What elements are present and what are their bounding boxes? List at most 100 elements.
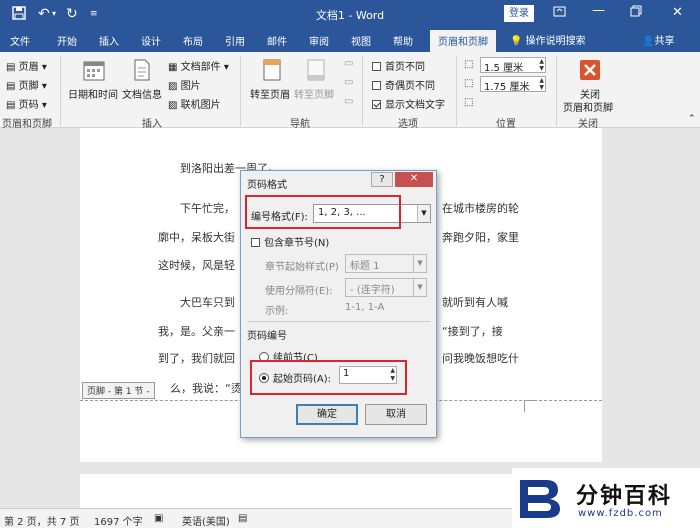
footer-icon: ▤ xyxy=(6,81,16,92)
tab-mailings[interactable]: 邮件 xyxy=(267,33,287,48)
ribbon-separator xyxy=(240,56,241,126)
share-button[interactable]: 👤共享 xyxy=(642,32,674,47)
checkbox-unchecked xyxy=(251,238,260,247)
title-bar: ↶ ▾ ↻ ≡ 文档1 - Word 登录 — ✕ xyxy=(0,0,700,28)
document-info-button[interactable]: 文档信息 xyxy=(122,86,162,101)
header-button[interactable]: ▤ 页眉 ▾ xyxy=(6,58,47,73)
ok-button[interactable]: 确定 xyxy=(296,404,358,425)
doc-line: 我，是。父亲一 xyxy=(158,325,235,338)
quick-parts-button[interactable]: ▦ 文档部件 ▾ xyxy=(168,58,229,73)
document-info-icon[interactable] xyxy=(130,58,154,82)
language[interactable]: 英语(美国) xyxy=(182,513,230,528)
dialog-close-button[interactable]: ✕ xyxy=(395,172,433,187)
minimize-icon[interactable]: — xyxy=(592,3,605,18)
ribbon-tabs: 文件 开始 插入 设计 布局 引用 邮件 审阅 视图 帮助 页眉和页脚 💡 操作… xyxy=(0,28,700,52)
link-previous-icon: ▭ xyxy=(344,96,354,107)
doc-line: 大巴车只到 xyxy=(180,296,235,309)
footer-button[interactable]: ▤ 页脚 ▾ xyxy=(6,77,47,92)
tab-header-footer[interactable]: 页眉和页脚 xyxy=(430,30,496,52)
page-count[interactable]: 第 2 页，共 7 页 xyxy=(4,513,79,528)
tab-references[interactable]: 引用 xyxy=(225,33,245,48)
tell-me-search[interactable]: 💡 操作说明搜索 xyxy=(510,32,586,47)
header-position-input[interactable]: 1.5 厘米 ▲ ▼ xyxy=(480,57,546,74)
doc-line: “接到了，接 xyxy=(442,325,503,338)
footer-position-icon: ⬚ xyxy=(464,78,474,89)
include-chapter-checkbox[interactable]: 包含章节号(N) xyxy=(251,234,329,249)
goto-header-icon[interactable] xyxy=(260,58,284,82)
footer-position-input[interactable]: 1.75 厘米 ▲ ▼ xyxy=(480,76,546,93)
online-picture-icon: ▨ xyxy=(168,100,178,111)
highlight-number-format xyxy=(245,195,401,229)
watermark-logo: 分钟百科 www.fzdb.com xyxy=(512,468,700,528)
login-button[interactable]: 登录 xyxy=(504,5,534,22)
share-label: 共享 xyxy=(654,36,675,47)
different-first-page-label: 首页不同 xyxy=(385,62,425,73)
footer-label: 页脚 xyxy=(18,81,39,92)
word-count[interactable]: 1697 个字 xyxy=(94,513,143,528)
dialog-title: 页码格式 xyxy=(247,180,287,191)
doc-line: 到了，我们就回 xyxy=(158,352,235,365)
collapse-ribbon-icon[interactable]: ⌃ xyxy=(688,114,696,124)
person-icon: 👤 xyxy=(642,36,655,47)
tab-home[interactable]: 开始 xyxy=(57,33,77,48)
margin-corner-mark xyxy=(524,400,536,412)
page-number-icon: ▤ xyxy=(6,100,16,111)
lightbulb-icon: 💡 xyxy=(510,36,523,47)
checkbox-unchecked xyxy=(372,62,381,71)
tab-design[interactable]: 设计 xyxy=(141,33,161,48)
next-section-icon: ▭ xyxy=(344,77,354,88)
cancel-button[interactable]: 取消 xyxy=(365,404,427,425)
online-picture-button[interactable]: ▨ 联机图片 xyxy=(168,96,221,111)
help-button[interactable]: ? xyxy=(371,172,393,187)
tab-insert[interactable]: 插入 xyxy=(99,33,119,48)
chevron-down-icon: ▾ xyxy=(41,81,47,92)
goto-header-button[interactable]: 转至页眉 xyxy=(250,86,290,101)
doc-line: 这时候，风是轻 xyxy=(158,259,235,272)
close-label-2[interactable]: 页眉和页脚 xyxy=(563,99,613,114)
proofing-icon[interactable]: ▣ xyxy=(154,513,163,524)
close-icon[interactable]: ✕ xyxy=(672,5,683,20)
doc-line: 问我晚饭想吃什 xyxy=(442,352,519,365)
different-first-page-checkbox[interactable]: 首页不同 xyxy=(372,58,425,73)
close-header-footer-icon[interactable] xyxy=(578,58,602,82)
calendar-icon[interactable] xyxy=(82,58,106,82)
header-label: 页眉 xyxy=(18,62,39,73)
doc-line: 么，我说：“烫 xyxy=(170,382,242,395)
macro-icon[interactable]: ▤ xyxy=(238,513,247,524)
ribbon-display-icon[interactable] xyxy=(553,5,566,22)
goto-footer-button: 转至页脚 xyxy=(294,90,334,101)
header-icon: ▤ xyxy=(6,62,16,73)
show-document-text-checkbox[interactable]: 显示文档文字 xyxy=(372,96,445,111)
header-position-icon: ⬚ xyxy=(464,59,474,70)
quick-parts-label: 文档部件 xyxy=(180,62,221,73)
tab-help[interactable]: 帮助 xyxy=(393,33,413,48)
tell-me-label: 操作说明搜索 xyxy=(525,36,586,47)
spin-arrows-icon[interactable]: ▲ ▼ xyxy=(539,77,544,91)
show-document-text-label: 显示文档文字 xyxy=(385,100,445,111)
document-info-label: 文档信息 xyxy=(122,90,162,101)
date-time-button[interactable]: 日期和时间 xyxy=(68,86,118,101)
page-number-button[interactable]: ▤ 页码 ▾ xyxy=(6,96,47,111)
online-picture-label: 联机图片 xyxy=(180,100,221,111)
tab-review[interactable]: 审阅 xyxy=(309,33,329,48)
picture-button[interactable]: ▨ 图片 xyxy=(168,77,201,92)
include-chapter-label: 包含章节号(N) xyxy=(264,238,330,249)
tab-file[interactable]: 文件 xyxy=(10,33,30,48)
brand-name: 分钟百科 xyxy=(576,484,673,509)
chevron-down-icon: ▼ xyxy=(413,279,426,296)
alignment-tab-icon[interactable]: ⬚ xyxy=(464,97,473,108)
restore-icon[interactable] xyxy=(630,5,642,21)
tab-view[interactable]: 视图 xyxy=(351,33,371,48)
separator-select: - (连字符) ▼ xyxy=(345,278,427,297)
tab-layout[interactable]: 布局 xyxy=(183,33,203,48)
chevron-down-icon: ▼ xyxy=(413,255,426,272)
different-odd-even-checkbox[interactable]: 奇偶页不同 xyxy=(372,77,435,92)
chapter-style-label: 章节起始样式(P) xyxy=(265,262,339,273)
chevron-down-icon[interactable]: ▼ xyxy=(417,205,430,222)
close-icon: ✕ xyxy=(409,173,419,184)
doc-line: 就听到有人喊 xyxy=(442,296,508,309)
footer-position-value: 1.75 厘米 xyxy=(484,82,530,93)
spin-arrows-icon[interactable]: ▲ ▼ xyxy=(539,58,544,72)
different-odd-even-label: 奇偶页不同 xyxy=(385,81,435,92)
page-number-label: 页码 xyxy=(18,100,39,111)
